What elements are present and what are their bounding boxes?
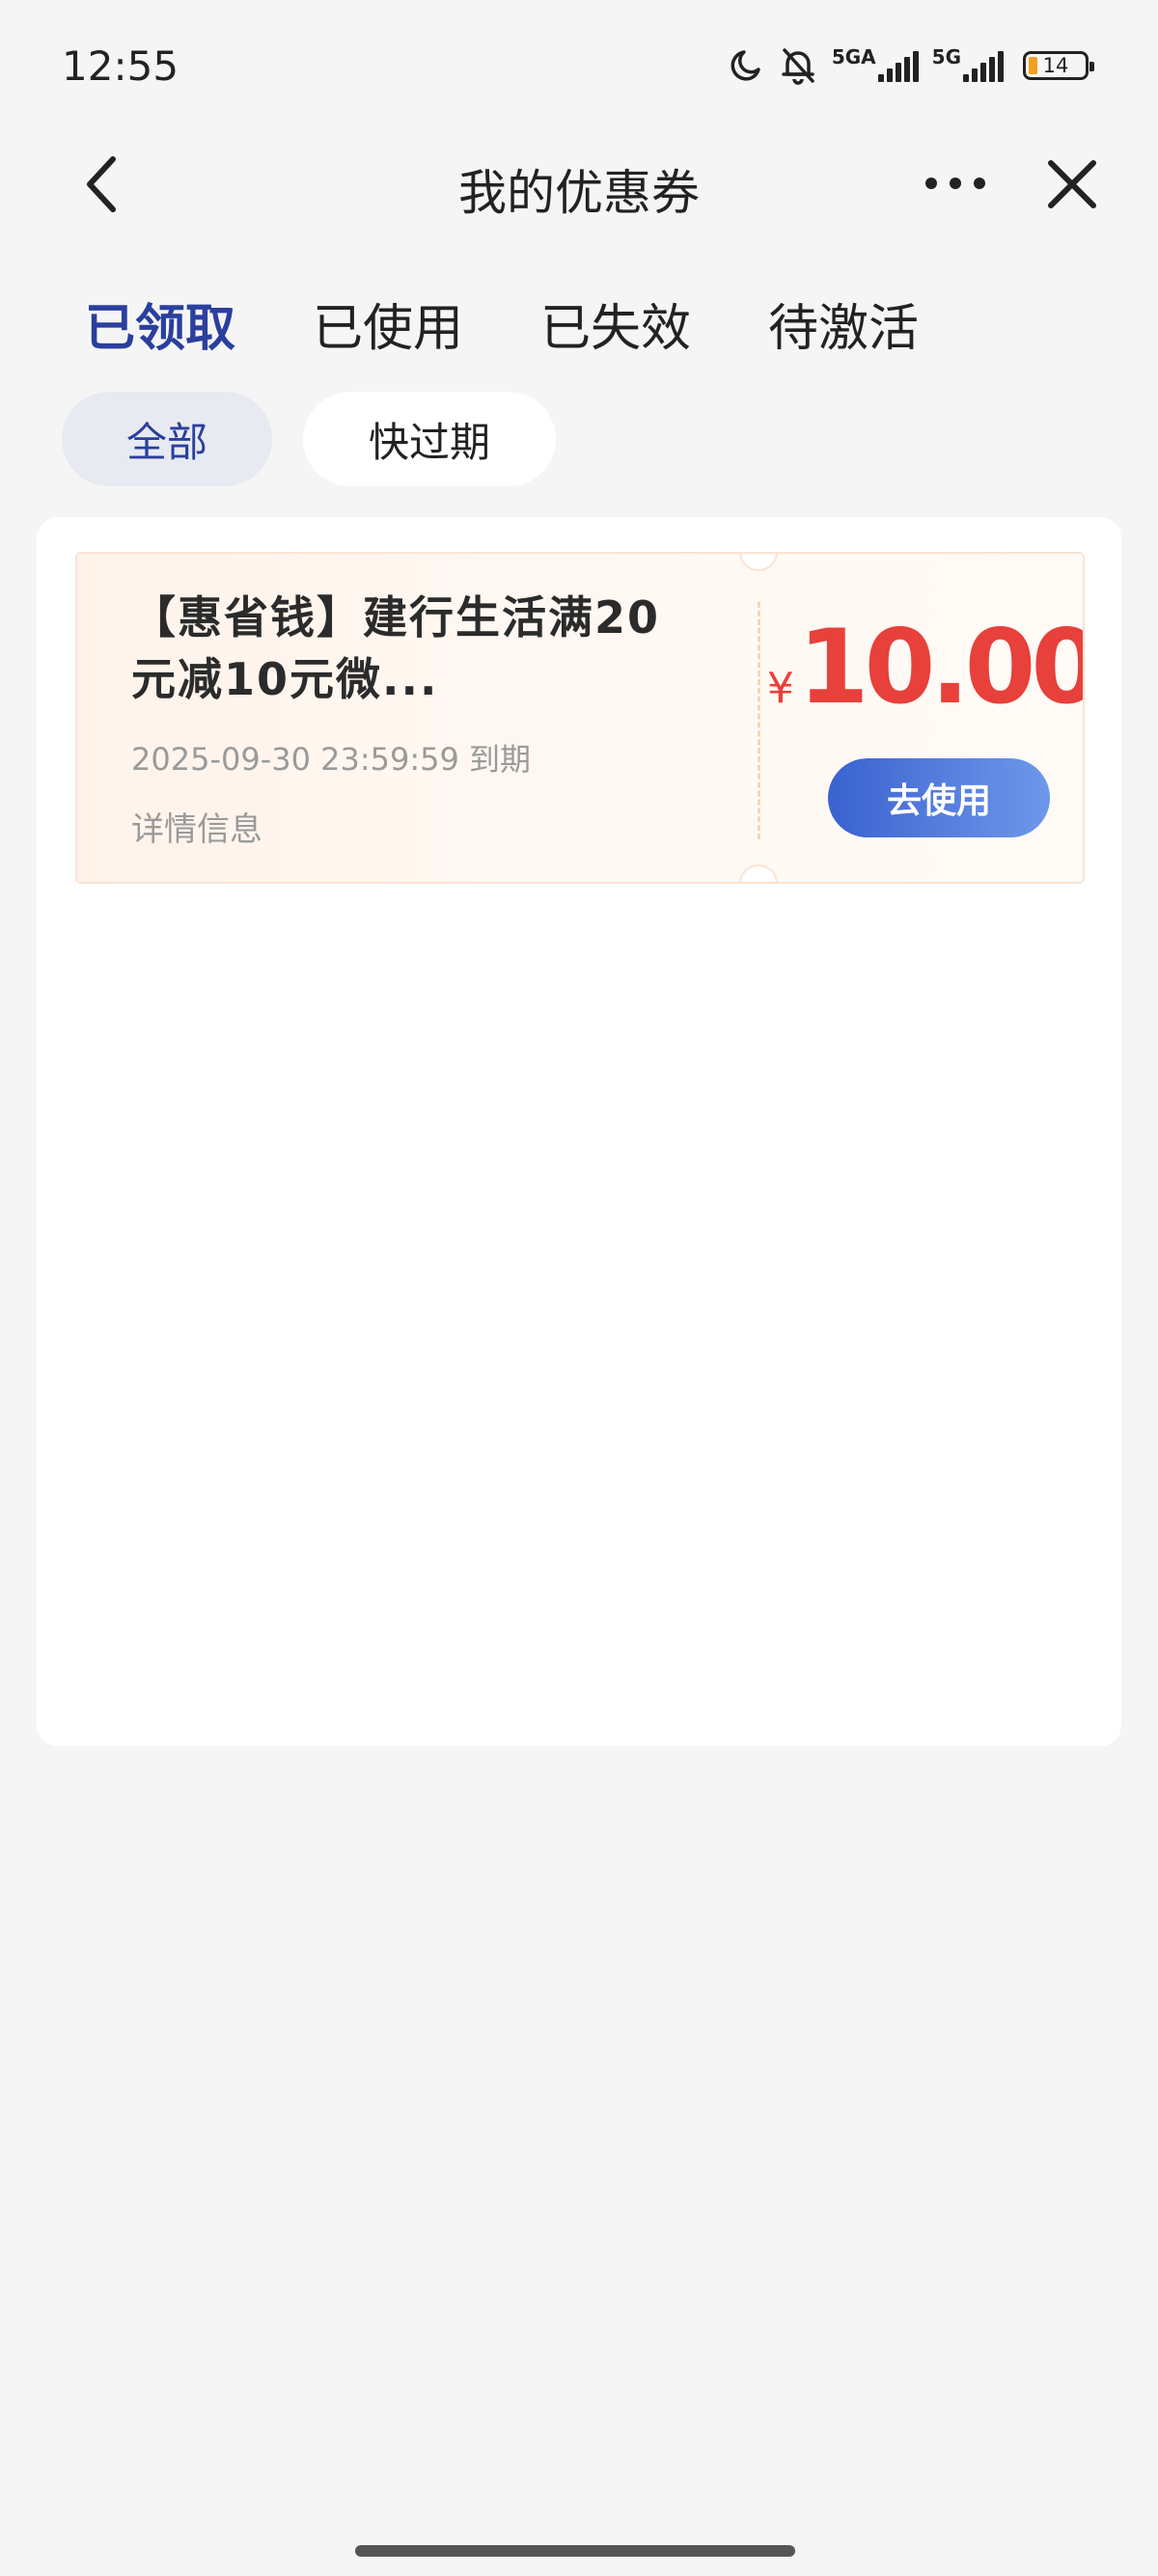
ticket-notch-top [739,554,778,571]
coupon-list: 【惠省钱】建行生活满20元减10元微... 2025-09-30 23:59:5… [37,517,1121,1746]
battery-level-text: 14 [1042,54,1069,77]
coupon-card[interactable]: 【惠省钱】建行生活满20元减10元微... 2025-09-30 23:59:5… [75,552,1085,884]
network-label-2: 5G [931,45,961,69]
status-time: 12:55 [62,42,179,90]
tab-expired[interactable]: 已失效 [540,288,691,360]
coupon-title: 【惠省钱】建行生活满20元减10元微... [131,591,661,705]
coupon-divider [758,602,760,839]
status-bar: 12:55 5GA 5G 14 [0,0,1158,135]
coupon-expiry: 2025-09-30 23:59:59 到期 [131,741,532,778]
more-icon [925,178,985,189]
filter-chips: 全部 快过期 [62,392,556,486]
tab-used[interactable]: 已使用 [313,288,463,360]
moon-icon [726,46,764,85]
signal-icon: 5G [932,45,1004,82]
more-button[interactable] [917,154,994,212]
coupon-price: ¥ 10.00 [767,608,1085,726]
status-icons: 5GA 5G 14 [726,44,1094,87]
currency-symbol: ¥ [766,664,794,713]
filter-expiring-soon-chip[interactable]: 快过期 [303,392,556,486]
tab-received[interactable]: 已领取 [85,288,235,360]
coupon-tabs: 已领取 已使用 已失效 待激活 [85,288,919,360]
nav-bar: 我的优惠券 [0,135,1158,232]
ticket-notch-bottom [739,864,778,882]
filter-all-chip[interactable]: 全部 [62,392,272,486]
close-button[interactable] [1038,151,1106,218]
network-label-1: 5GA [831,45,876,69]
battery-icon: 14 [1023,51,1094,80]
coupon-amount: 10.00 [797,608,1085,726]
close-icon [1048,160,1096,208]
bell-off-icon [778,45,818,86]
coupon-details-link[interactable]: 详情信息 [131,803,262,850]
tab-pending-activation[interactable]: 待激活 [768,288,919,360]
use-coupon-button[interactable]: 去使用 [828,758,1050,837]
home-indicator[interactable] [355,2545,795,2557]
signal-icon: 5GA [832,45,919,82]
